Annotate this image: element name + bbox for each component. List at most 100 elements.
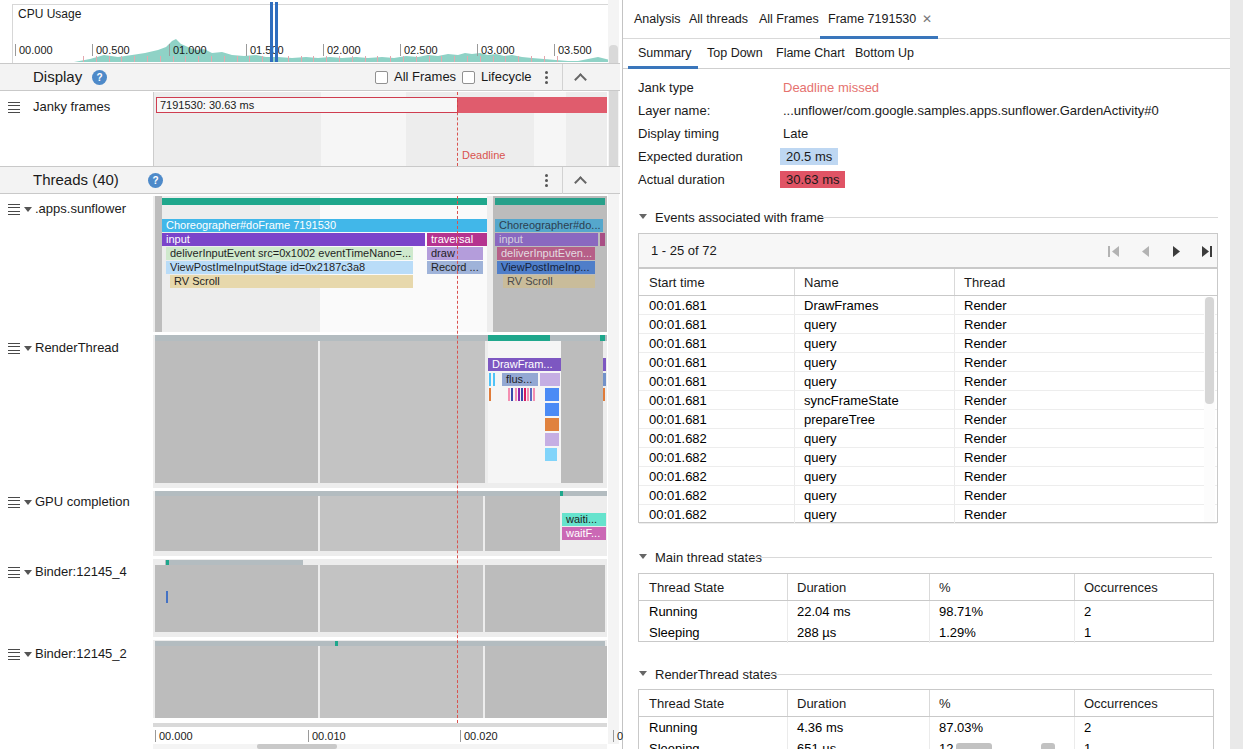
column-header: Name — [795, 269, 955, 295]
trace-event[interactable]: DrawFram... — [488, 358, 561, 371]
table-row[interactable]: 00:01.682queryRender — [639, 505, 1217, 524]
help-icon[interactable]: ? — [148, 173, 163, 188]
table-row[interactable]: 00:01.681DrawFramesRender — [639, 296, 1217, 315]
trace-event[interactable]: Record ... — [427, 261, 483, 274]
janky-frames-track[interactable]: 7191530: 30.63 ms Deadline — [153, 92, 607, 166]
expand-triangle-icon[interactable] — [24, 500, 32, 505]
table-row[interactable]: 00:01.682queryRender — [639, 486, 1217, 505]
thread-name[interactable]: Binder:12145_2 — [35, 646, 127, 661]
janky-frame-bar[interactable] — [458, 97, 607, 113]
selection-marker[interactable] — [275, 2, 278, 62]
table-row[interactable]: 00:01.681prepareTreeRender — [639, 410, 1217, 429]
tab-analysis[interactable]: Analysis — [634, 12, 681, 26]
table-cell: query — [795, 467, 955, 485]
panel-scrollbar[interactable] — [1230, 0, 1243, 749]
expand-triangle-icon[interactable] — [24, 207, 32, 212]
table-cell: 00:01.682 — [639, 505, 795, 523]
drag-handle-icon[interactable] — [8, 102, 20, 116]
drag-handle-icon[interactable] — [8, 567, 20, 581]
drag-handle-icon[interactable] — [8, 343, 20, 357]
table-row[interactable]: 00:01.682queryRender — [639, 467, 1217, 486]
table-row[interactable]: Sleeping288 µs1.29%1 — [639, 622, 1213, 643]
tab-frame[interactable]: Frame 7191530 — [828, 12, 916, 26]
table-cell: Render — [955, 486, 1217, 504]
trace-event-dim[interactable]: ViewPostImeInp... — [497, 261, 595, 274]
thread-track-sunflower[interactable]: Choreographer#doFrame 7191530 input trav… — [153, 196, 607, 332]
expand-triangle-icon[interactable] — [24, 570, 32, 575]
kebab-menu-icon[interactable] — [545, 174, 549, 189]
states-table-header[interactable]: Thread StateDuration%Occurrences — [639, 690, 1213, 717]
table-scrollbar[interactable] — [1204, 297, 1215, 522]
vertical-scrollbar[interactable] — [608, 0, 619, 744]
close-icon[interactable]: ✕ — [922, 12, 932, 26]
table-row[interactable]: 00:01.681queryRender — [639, 315, 1217, 334]
thread-name[interactable]: Binder:12145_4 — [35, 564, 127, 579]
table-cell: DrawFrames — [795, 296, 955, 314]
drag-handle-icon[interactable] — [8, 497, 20, 511]
table-row[interactable]: 00:01.681queryRender — [639, 334, 1217, 353]
time-label: 02.000 — [323, 44, 361, 56]
column-header: Duration — [788, 690, 930, 716]
collapse-triangle-icon[interactable] — [639, 671, 647, 676]
trace-event-dim[interactable]: RV Scroll — [503, 275, 595, 288]
events-table-header[interactable]: Start timeNameThread — [639, 269, 1217, 296]
first-page-icon[interactable] — [1107, 245, 1121, 258]
expand-triangle-icon[interactable] — [24, 652, 32, 657]
horizontal-scrollbar[interactable] — [153, 744, 607, 749]
tab-all-threads[interactable]: All threads — [689, 12, 748, 26]
collapse-chevron-icon[interactable] — [574, 73, 587, 86]
trace-event-dim[interactable]: deliverInputEven... — [497, 247, 595, 260]
collapse-triangle-icon[interactable] — [639, 214, 647, 219]
selection-marker[interactable] — [270, 2, 273, 62]
trace-event[interactable]: deliverInputEvent src=0x1002 eventTimeNa… — [166, 247, 413, 260]
drag-handle-icon[interactable] — [8, 649, 20, 663]
kebab-menu-icon[interactable] — [545, 71, 549, 86]
table-row[interactable]: 00:01.682queryRender — [639, 429, 1217, 448]
cpu-usage-strip[interactable]: CPU Usage 00.000 00.500 01.000 01.500 02… — [0, 0, 620, 63]
thread-name[interactable]: GPU completion — [35, 494, 130, 509]
help-icon[interactable]: ? — [92, 70, 107, 85]
thread-track-binder4[interactable] — [153, 559, 607, 637]
collapse-chevron-icon[interactable] — [574, 176, 587, 189]
tab-summary[interactable]: Summary — [638, 46, 691, 60]
states-table-header[interactable]: Thread StateDuration%Occurrences — [639, 574, 1213, 601]
thread-track-gpu-completion[interactable]: waiti... waitF... — [153, 491, 607, 556]
last-page-icon[interactable] — [1199, 245, 1213, 258]
expand-triangle-icon[interactable] — [24, 346, 32, 351]
trace-event[interactable]: waitF... — [562, 527, 606, 540]
trace-event[interactable]: waiti... — [562, 513, 606, 526]
collapse-triangle-icon[interactable] — [639, 554, 647, 559]
trace-event[interactable]: flus... — [502, 373, 538, 386]
thread-name[interactable]: RenderThread — [35, 340, 119, 355]
trace-event[interactable]: draw — [427, 247, 483, 260]
thread-name[interactable]: .apps.sunflower — [35, 201, 126, 216]
table-row[interactable]: 00:01.682queryRender — [639, 448, 1217, 467]
trace-event[interactable]: input — [162, 233, 425, 246]
table-row[interactable]: Running22.04 ms98.71%2 — [639, 601, 1213, 622]
drag-handle-icon[interactable] — [8, 204, 20, 218]
thread-track-renderthread[interactable]: DrawFram... flus... — [153, 335, 607, 488]
table-row[interactable]: 00:01.681syncFrameStateRender — [639, 391, 1217, 410]
trace-event[interactable]: ViewPostImeInputStage id=0x2187c3a8 — [166, 261, 413, 274]
table-row[interactable]: 00:01.681queryRender — [639, 353, 1217, 372]
table-row[interactable]: Running4.36 ms87.03%2 — [639, 717, 1213, 738]
tab-flame-chart[interactable]: Flame Chart — [776, 46, 845, 60]
all-frames-checkbox[interactable] — [375, 71, 388, 84]
tab-all-frames[interactable]: All Frames — [759, 12, 819, 26]
prev-page-icon[interactable] — [1138, 245, 1152, 258]
trace-event-dim[interactable]: input — [495, 233, 598, 246]
lifecycle-checkbox[interactable] — [462, 71, 475, 84]
next-page-icon[interactable] — [1169, 245, 1183, 258]
scrollbar-thumb[interactable] — [257, 744, 337, 749]
frame-duration-chip[interactable]: 7191530: 30.63 ms — [156, 97, 458, 113]
all-frames-checkbox-label: All Frames — [394, 69, 456, 84]
trace-event[interactable] — [166, 591, 168, 603]
table-row[interactable]: 00:01.681queryRender — [639, 372, 1217, 391]
trace-event[interactable]: Choreographer#doFrame 7191530 — [162, 219, 487, 232]
tab-bottom-up[interactable]: Bottom Up — [855, 46, 914, 60]
table-row[interactable]: Sleeping651 µs12.97%1 — [639, 738, 1213, 749]
tab-top-down[interactable]: Top Down — [707, 46, 763, 60]
trace-event-dim[interactable]: Choreographer#do... — [495, 219, 603, 232]
thread-track-binder2[interactable] — [153, 640, 607, 718]
trace-event[interactable]: RV Scroll — [170, 275, 413, 288]
